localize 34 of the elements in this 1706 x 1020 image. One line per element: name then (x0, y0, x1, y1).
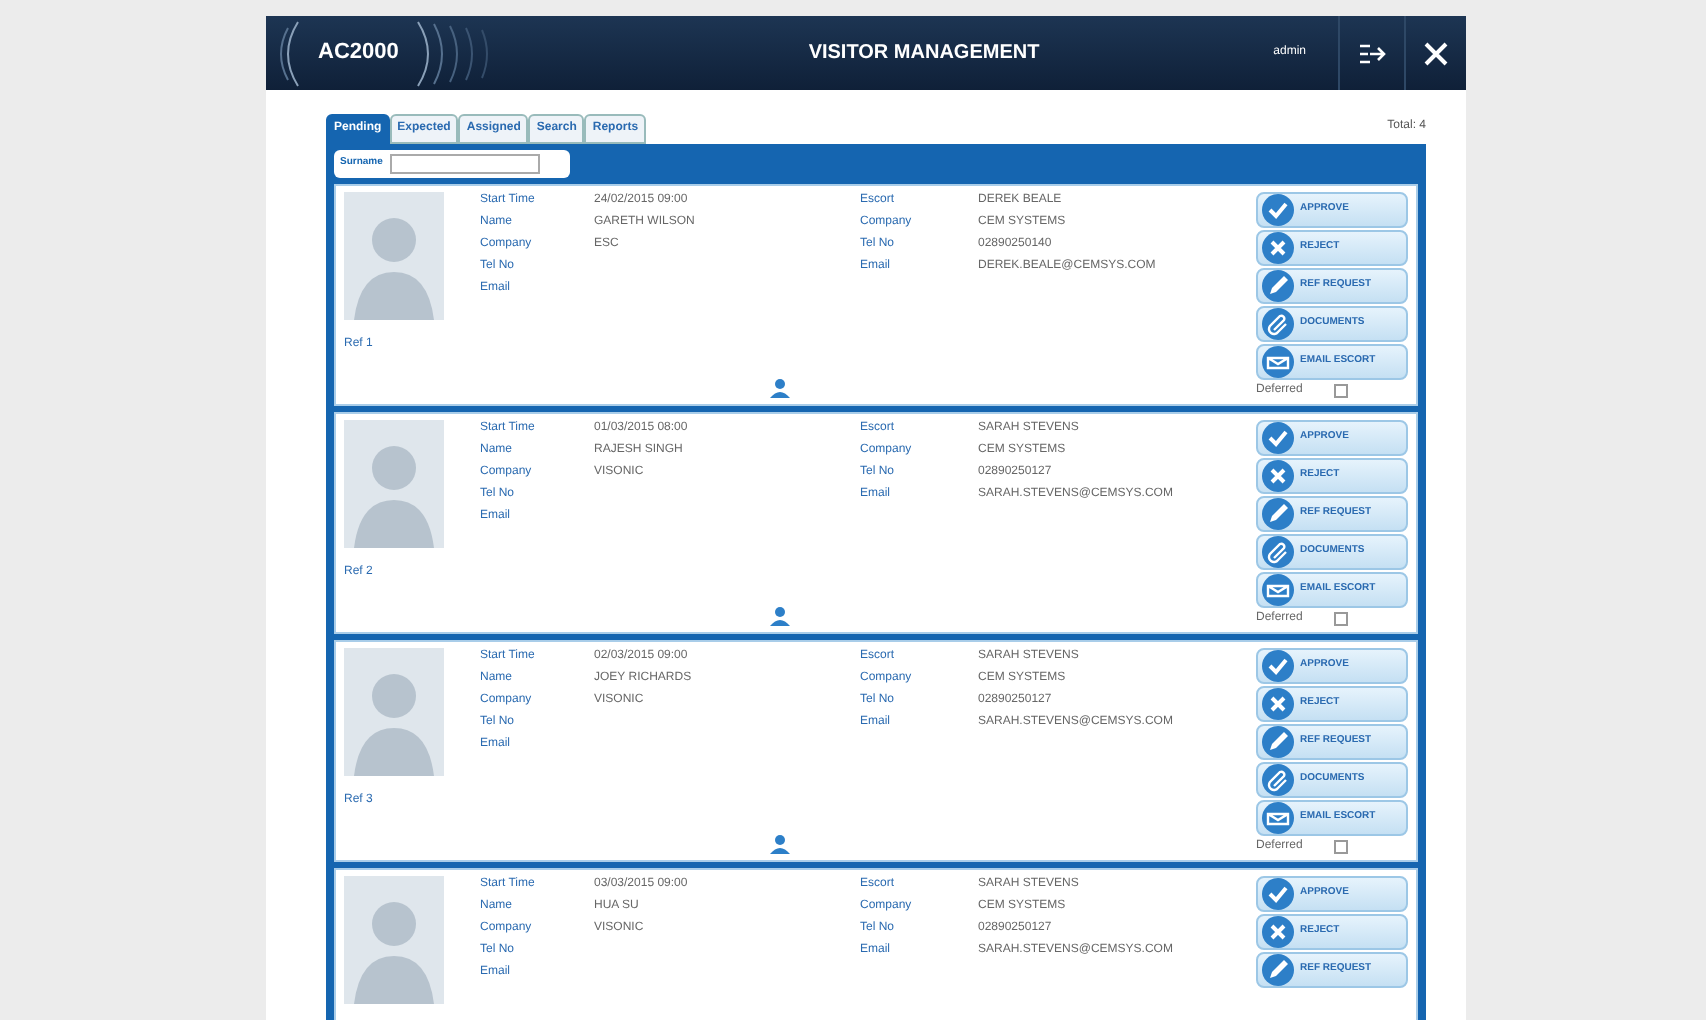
envelope-icon (1262, 574, 1294, 606)
check-icon (1262, 422, 1294, 454)
check-icon (1262, 650, 1294, 682)
visitor-icon[interactable] (768, 378, 792, 398)
surname-field[interactable] (390, 154, 541, 174)
deferred-checkbox[interactable] (1334, 384, 1349, 398)
check-icon (1262, 194, 1294, 226)
photo-placeholder (344, 648, 444, 776)
visitor-icon[interactable] (768, 834, 792, 854)
photo-placeholder (344, 876, 444, 1004)
photo-placeholder (344, 192, 444, 320)
page-title: VISITOR MANAGEMENT (806, 40, 1042, 68)
cross-icon (1262, 460, 1294, 492)
pencil-icon (1262, 954, 1294, 986)
logo-arcs-drawing (274, 19, 302, 87)
deferred-checkbox[interactable] (1334, 840, 1349, 854)
cross-icon (1262, 916, 1294, 948)
pencil-icon (1262, 726, 1294, 758)
cross-icon (1262, 232, 1294, 264)
logout-icon[interactable] (1358, 41, 1386, 65)
paperclip-icon (1262, 308, 1294, 340)
deferred-checkbox[interactable] (1334, 612, 1349, 626)
pencil-icon (1262, 498, 1294, 530)
pencil-icon (1262, 270, 1294, 302)
photo-placeholder (344, 420, 444, 548)
logo: AC2000 (318, 38, 399, 69)
envelope-icon (1262, 802, 1294, 834)
envelope-icon (1262, 346, 1294, 378)
paperclip-icon (1262, 764, 1294, 796)
paperclip-icon (1262, 536, 1294, 568)
visitor-icon[interactable] (768, 606, 792, 626)
cross-icon (1262, 688, 1294, 720)
close-icon[interactable] (1424, 41, 1448, 65)
check-icon (1262, 878, 1294, 910)
